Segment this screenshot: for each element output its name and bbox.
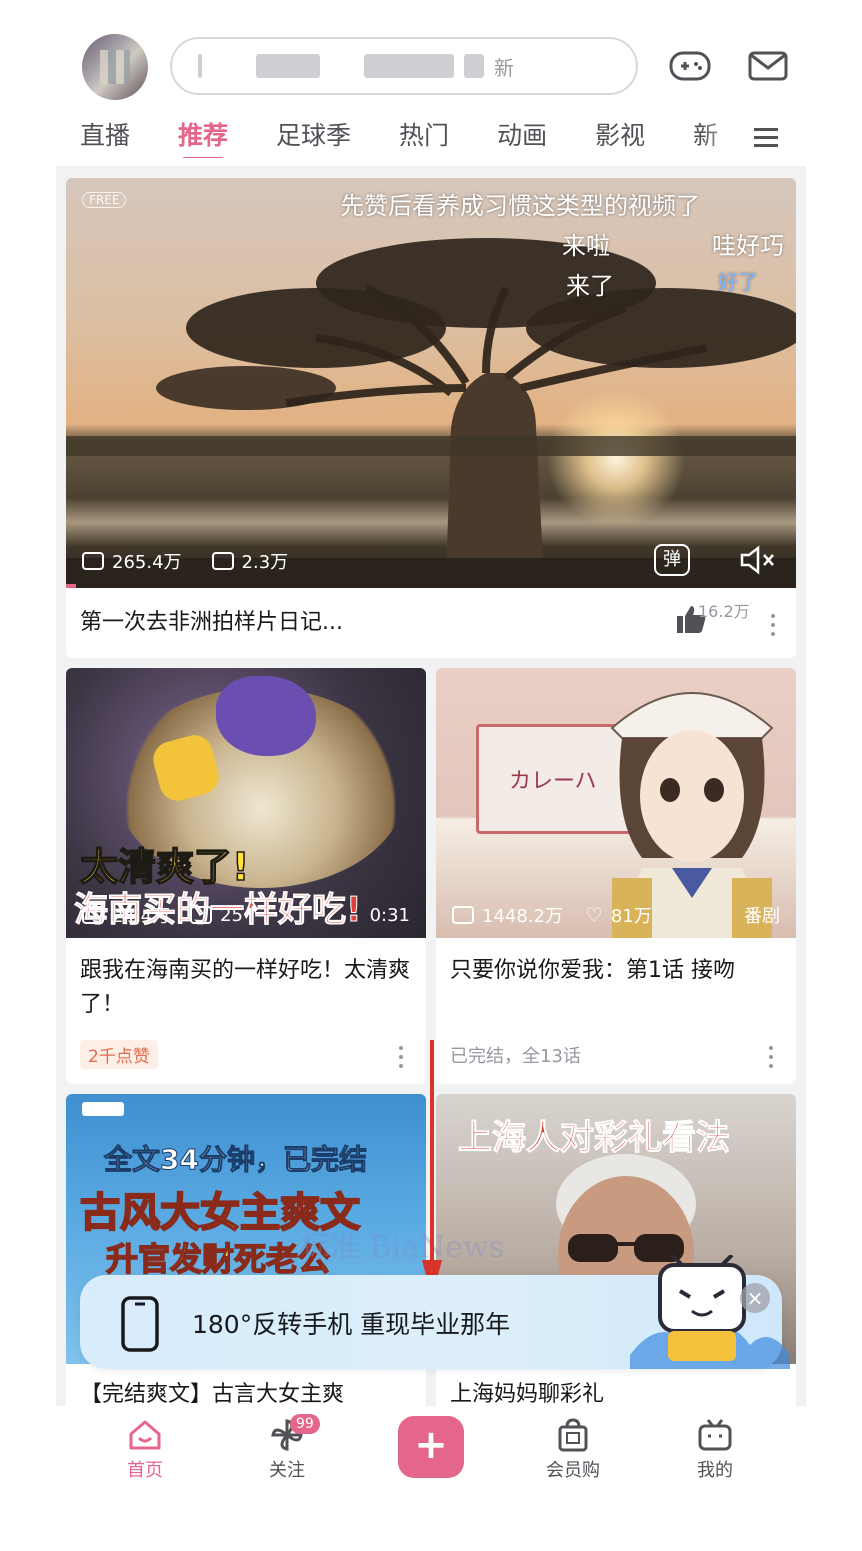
nav-shop-label: 会员购 xyxy=(546,1460,600,1481)
episode-info: 已完结，全13话 xyxy=(450,1046,581,1067)
heart-icon: ♡ xyxy=(584,903,603,927)
video-card[interactable]: 太清爽了! 海南买的一样好吃! 24.4万 25 0:31 跟我在海南买的一样好… xyxy=(66,668,426,1084)
danmaku-text: 来啦 xyxy=(562,232,610,260)
comment-count: 25 xyxy=(220,904,243,926)
danmaku-text: 哇好巧 xyxy=(712,232,784,260)
shop-sign-text: カレーハ xyxy=(509,769,597,794)
search-placeholder-text: 新 xyxy=(494,55,514,80)
like-count: 81万 xyxy=(610,906,652,927)
play-count: 24.4万 xyxy=(112,906,171,927)
hero-video-player[interactable]: FREE 先赞后看养成习惯这类型的视频了 来啦 哇好巧 来了 好了 265.4万… xyxy=(66,178,796,588)
nav-mine-label: 我的 xyxy=(697,1460,733,1481)
promo-banner[interactable]: 180°反转手机 重现毕业那年 × xyxy=(80,1255,790,1369)
baobab-tree-illustration xyxy=(66,238,796,588)
mute-icon[interactable] xyxy=(738,544,778,576)
bottom-navigation: 首页 99 关注 + 会员购 我的 xyxy=(56,1406,806,1506)
watermark-text: 标准 BiaNews xyxy=(300,1230,505,1265)
message-mail-icon[interactable] xyxy=(746,44,790,88)
nav-follow[interactable]: 99 关注 xyxy=(242,1414,332,1482)
nav-home[interactable]: 首页 xyxy=(100,1418,190,1482)
thumbnail-overlay-title: 全文34分钟，已完结 xyxy=(104,1143,368,1177)
tab-football[interactable]: 足球季 xyxy=(276,118,351,158)
search-placeholder-blur xyxy=(198,54,202,78)
video-title[interactable]: 只要你说你爱我：第1话 接吻 xyxy=(450,954,780,988)
anime-character-illustration xyxy=(610,692,774,938)
danmaku-text: 先赞后看养成习惯这类型的视频了 xyxy=(340,192,700,220)
danmaku-text: 来了 xyxy=(566,272,614,300)
video-title[interactable]: 【完结爽文】古言大女主爽 xyxy=(80,1378,420,1406)
close-banner-button[interactable]: × xyxy=(740,1283,770,1313)
video-stats: 24.4万 25 0:31 xyxy=(82,902,410,928)
more-options-icon[interactable] xyxy=(770,614,776,636)
search-placeholder-blur xyxy=(256,54,320,78)
nav-shop[interactable]: 会员购 xyxy=(528,1418,618,1482)
nav-mine[interactable]: 我的 xyxy=(670,1418,760,1482)
search-placeholder-blur xyxy=(464,54,484,78)
hero-video-title[interactable]: 第一次去非洲拍样片日记... xyxy=(80,606,343,640)
taro-ball-image xyxy=(216,676,316,756)
tv-mascot-icon xyxy=(630,1255,790,1369)
play-count: 265.4万 xyxy=(112,552,182,573)
play-count-icon xyxy=(82,906,104,924)
more-options-icon[interactable] xyxy=(768,1046,774,1068)
follow-count-badge: 99 xyxy=(290,1414,320,1434)
play-count-icon xyxy=(452,906,474,924)
hero-video-card[interactable]: FREE 先赞后看养成习惯这类型的视频了 来啦 哇好巧 来了 好了 265.4万… xyxy=(66,178,796,658)
nav-follow-label: 关注 xyxy=(269,1460,305,1481)
play-count: 1448.2万 xyxy=(482,906,563,927)
tab-fade xyxy=(700,118,750,158)
tab-film[interactable]: 影视 xyxy=(595,118,645,158)
comment-count: 2.3万 xyxy=(241,552,289,573)
channel-menu-icon[interactable] xyxy=(750,122,782,154)
tv-icon xyxy=(698,1419,732,1451)
category-badge: 番剧 xyxy=(744,906,780,927)
down-arrow-annotation xyxy=(422,1040,442,1298)
video-title[interactable]: 跟我在海南买的一样好吃！太清爽了！ xyxy=(80,954,410,1022)
video-title[interactable]: 上海妈妈聊彩礼 xyxy=(450,1378,790,1406)
tab-live[interactable]: 直播 xyxy=(80,118,130,158)
like-tag: 2千点赞 xyxy=(80,1040,158,1069)
video-progress-bar xyxy=(66,584,76,588)
search-placeholder-blur xyxy=(364,54,454,78)
danmaku-text: 好了 xyxy=(718,270,758,294)
upload-plus-button[interactable]: + xyxy=(398,1416,464,1478)
video-thumbnail[interactable]: 太清爽了! 海南买的一样好吃! 24.4万 25 0:31 xyxy=(66,668,426,938)
tab-anime[interactable]: 动画 xyxy=(497,118,547,158)
promo-banner-text[interactable]: 180°反转手机 重现毕业那年 xyxy=(192,1305,510,1341)
video-thumbnail[interactable]: カレーハ 1448.2万 ♡ 81万 番剧 xyxy=(436,668,796,938)
shopping-bag-icon xyxy=(558,1418,588,1452)
video-stats: 1448.2万 ♡ 81万 番剧 xyxy=(452,902,780,928)
channel-tabs: 直播 推荐 足球季 热门 动画 影视 新 xyxy=(80,118,780,158)
comment-count-icon xyxy=(211,552,234,570)
danmaku-toggle-button[interactable]: 弹 xyxy=(654,544,690,576)
game-center-icon[interactable] xyxy=(668,44,712,88)
tab-hot[interactable]: 热门 xyxy=(399,118,449,158)
more-options-icon[interactable] xyxy=(398,1046,404,1068)
comment-count-icon xyxy=(190,906,213,924)
home-icon xyxy=(129,1420,161,1450)
free-badge: FREE xyxy=(82,192,127,208)
search-bar[interactable]: 新 xyxy=(170,37,638,95)
thumbnail-overlay-title: 上海人对彩礼看法 xyxy=(458,1118,731,1159)
user-avatar[interactable] xyxy=(82,34,148,100)
video-card[interactable]: カレーハ 1448.2万 ♡ 81万 番剧 只要你说你爱我：第1话 接吻 已完结… xyxy=(436,668,796,1084)
thumbnail-overlay-subtitle: 升官发财死老公 xyxy=(105,1239,331,1279)
like-count: 16.2万 xyxy=(698,602,750,621)
tab-recommend[interactable]: 推荐 xyxy=(178,118,228,158)
hint-badge xyxy=(82,1102,124,1116)
nav-home-label: 首页 xyxy=(127,1460,163,1481)
video-duration: 0:31 xyxy=(369,904,410,926)
play-count-icon xyxy=(82,552,104,570)
phone-icon xyxy=(121,1296,159,1352)
